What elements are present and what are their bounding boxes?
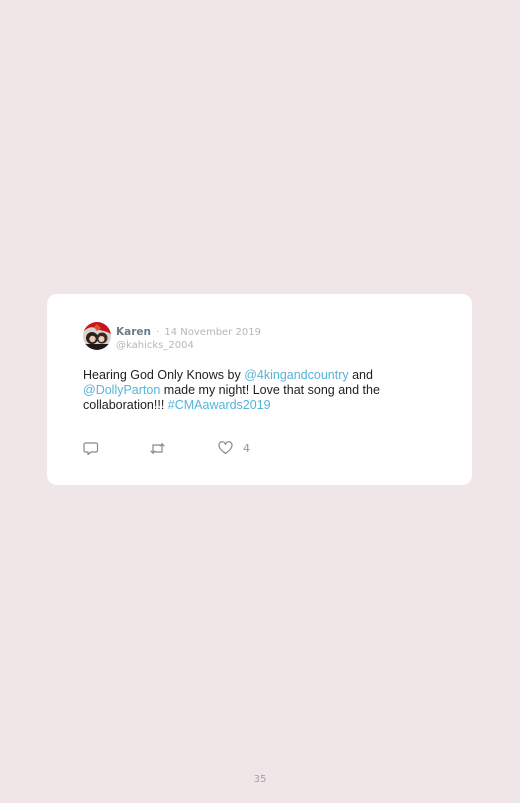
author-name[interactable]: Karen: [116, 326, 151, 338]
header-separator: ·: [156, 327, 160, 338]
tweet-header: Karen · 14 November 2019 @kahicks_2004: [116, 323, 261, 352]
mention-link[interactable]: @DollyParton: [83, 383, 160, 397]
tweet-date[interactable]: 14 November 2019: [164, 327, 261, 338]
reply-icon: [83, 441, 99, 456]
tweet-text: Hearing God Only Knows by @4kingandcount…: [83, 368, 423, 413]
tweet-text-segment: and: [348, 368, 373, 382]
reply-button[interactable]: [83, 441, 99, 456]
page-number: 35: [253, 774, 267, 785]
hashtag-link[interactable]: #CMAawards2019: [168, 398, 271, 412]
tweet-card: Karen · 14 November 2019 @kahicks_2004 H…: [47, 294, 472, 485]
mention-link[interactable]: @4kingandcountry: [244, 368, 348, 382]
avatar[interactable]: [83, 322, 111, 350]
author-handle[interactable]: @kahicks_2004: [116, 339, 261, 352]
heart-icon: [218, 441, 233, 455]
like-count: 4: [243, 441, 250, 455]
tweet-text-segment: Hearing God Only Knows by: [83, 368, 245, 382]
retweet-button[interactable]: [149, 441, 166, 456]
retweet-icon: [149, 441, 166, 456]
like-button[interactable]: 4: [218, 441, 250, 455]
